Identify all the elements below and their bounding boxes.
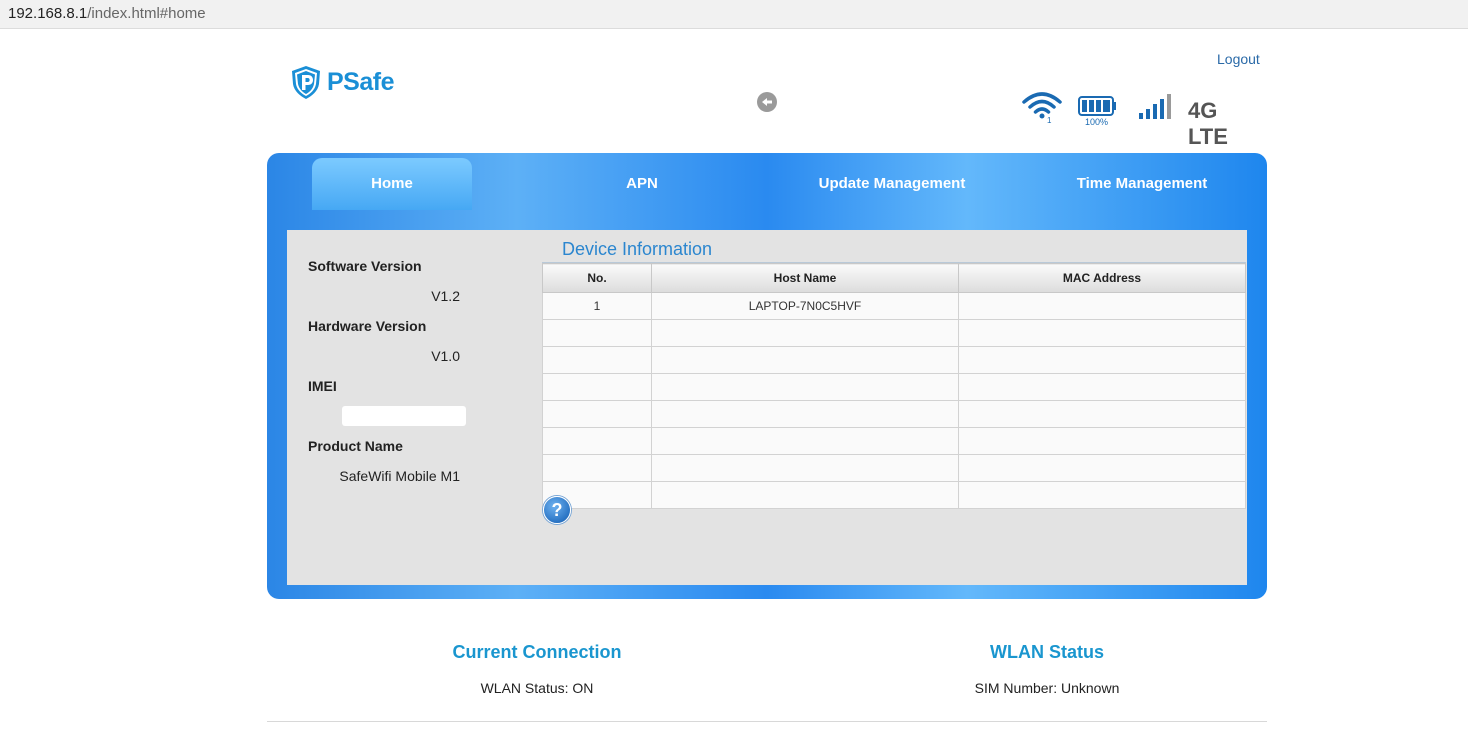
shield-logo-icon bbox=[292, 66, 320, 99]
imei-value-redacted bbox=[342, 406, 466, 426]
tab-apn[interactable]: APN bbox=[562, 158, 722, 210]
cell-host-name bbox=[651, 454, 959, 482]
hardware-version-label: Hardware Version bbox=[308, 318, 427, 334]
url-host: 192.168.8.1 bbox=[8, 5, 88, 22]
cell-no bbox=[542, 454, 652, 482]
software-version-label: Software Version bbox=[308, 258, 422, 274]
table-row bbox=[542, 481, 1246, 509]
content-area: Software Version V1.2 Hardware Version V… bbox=[287, 230, 1247, 585]
device-information-title: Device Information bbox=[562, 239, 713, 259]
cell-no bbox=[542, 319, 652, 347]
device-table: No. Host Name MAC Address 1 LAPTOP-7N0C5H… bbox=[542, 263, 1246, 509]
help-icon[interactable]: ? bbox=[543, 496, 571, 524]
cell-mac-address bbox=[958, 346, 1246, 374]
table-row: 1 LAPTOP-7N0C5HVF bbox=[542, 292, 1246, 320]
cell-host-name bbox=[651, 400, 959, 428]
cell-host-name bbox=[651, 373, 959, 401]
hardware-version-value: V1.0 bbox=[431, 348, 460, 364]
cell-host-name bbox=[651, 481, 959, 509]
cell-mac-address bbox=[958, 292, 1246, 320]
table-row bbox=[542, 454, 1246, 482]
logo-text: PSafe bbox=[327, 67, 394, 96]
table-row bbox=[542, 346, 1246, 374]
product-name-value: SafeWifi Mobile M1 bbox=[339, 468, 460, 484]
column-header-no: No. bbox=[542, 263, 652, 293]
psafe-logo: PSafe bbox=[288, 64, 394, 100]
cell-no bbox=[542, 427, 652, 455]
tab-time-management[interactable]: Time Management bbox=[1062, 158, 1222, 210]
imei-label: IMEI bbox=[308, 378, 337, 394]
product-name-label: Product Name bbox=[308, 438, 403, 454]
column-header-host-name: Host Name bbox=[651, 263, 959, 293]
network-type: 4G LTE bbox=[1188, 98, 1228, 149]
table-row bbox=[542, 319, 1246, 347]
nav-tabs: Home APN Update Management Time Manageme… bbox=[267, 153, 1267, 215]
cell-host-name bbox=[651, 427, 959, 455]
column-header-mac-address: MAC Address bbox=[958, 263, 1246, 293]
cell-host-name: LAPTOP-7N0C5HVF bbox=[651, 292, 959, 320]
current-connection-title: Current Connection bbox=[452, 642, 622, 662]
tab-update-management[interactable]: Update Management bbox=[812, 158, 972, 210]
url-text[interactable]: 192.168.8.1/index.html#home bbox=[8, 5, 206, 22]
software-version-value: V1.2 bbox=[431, 288, 460, 304]
main-panel: Home APN Update Management Time Manageme… bbox=[267, 153, 1267, 599]
tab-home[interactable]: Home bbox=[312, 158, 472, 210]
cell-host-name bbox=[651, 319, 959, 347]
footer-divider bbox=[267, 721, 1267, 722]
table-row bbox=[542, 400, 1246, 428]
wifi-icon: 1 bbox=[1022, 92, 1062, 124]
sim-number-text: SIM Number: Unknown bbox=[974, 680, 1120, 696]
battery-percent: 100% bbox=[1085, 117, 1109, 127]
cell-mac-address bbox=[958, 427, 1246, 455]
wlan-status-text: WLAN Status: ON bbox=[480, 680, 594, 696]
cell-no: 1 bbox=[542, 292, 652, 320]
logout-link[interactable]: Logout bbox=[1217, 51, 1260, 67]
battery-icon bbox=[1078, 96, 1116, 116]
cell-mac-address bbox=[958, 454, 1246, 482]
wlan-status-title: WLAN Status bbox=[990, 642, 1104, 662]
cell-no bbox=[542, 346, 652, 374]
cell-no bbox=[542, 400, 652, 428]
address-bar[interactable]: 192.168.8.1/index.html#home bbox=[0, 0, 1468, 29]
url-path: /index.html#home bbox=[87, 5, 206, 22]
cell-mac-address bbox=[958, 400, 1246, 428]
wifi-client-count: 1 bbox=[1047, 116, 1052, 124]
cell-mac-address bbox=[958, 481, 1246, 509]
signal-icon bbox=[1139, 94, 1171, 119]
back-icon[interactable] bbox=[757, 92, 777, 112]
cell-mac-address bbox=[958, 373, 1246, 401]
table-row bbox=[542, 427, 1246, 455]
cell-host-name bbox=[651, 346, 959, 374]
cell-no bbox=[542, 373, 652, 401]
table-row bbox=[542, 373, 1246, 401]
cell-mac-address bbox=[958, 319, 1246, 347]
